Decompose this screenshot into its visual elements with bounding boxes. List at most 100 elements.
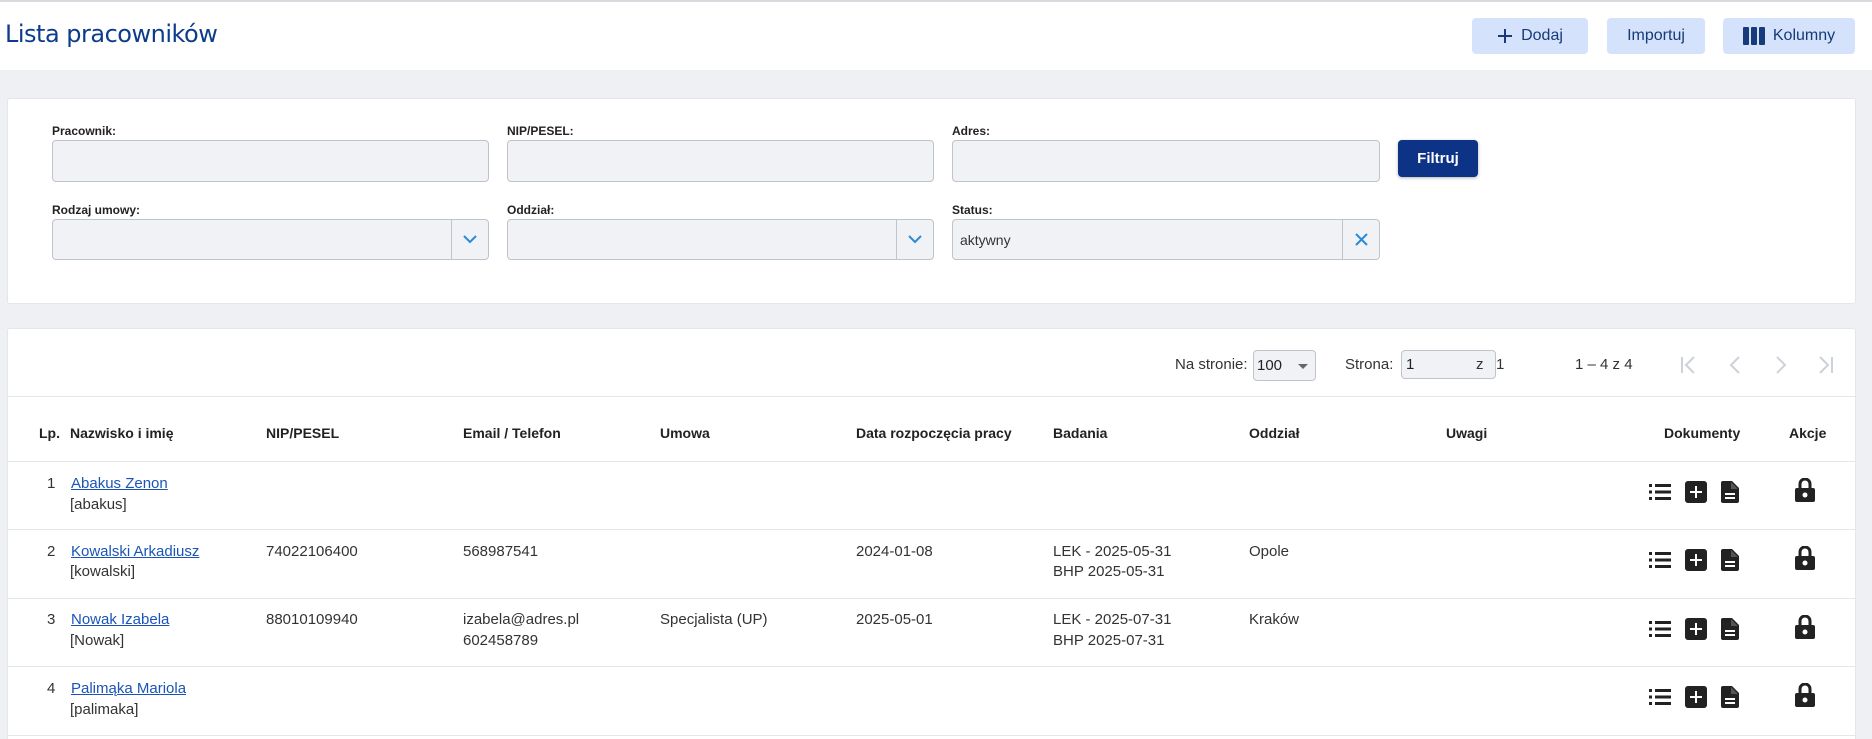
lock-icon[interactable] [1795,478,1815,502]
employee-login: [abakus] [70,496,127,513]
employee-exam: BHP 2025-07-31 [1053,632,1165,649]
col-header-branch: Oddział [1249,425,1300,441]
branch-filter-select[interactable] [507,219,934,260]
nip-filter-label: NIP/PESEL: [507,124,574,138]
status-filter-value: aktywny [960,231,1011,248]
employee-filter-input[interactable] [52,140,489,182]
next-page-icon[interactable] [1770,353,1790,377]
lock-icon[interactable] [1795,683,1815,707]
add-button[interactable]: Dodaj [1472,18,1588,54]
row-lp: 3 [47,611,56,628]
divider [8,529,1857,530]
divider [8,735,1857,736]
employee-email: izabela@adres.pl [463,611,580,628]
columns-icon [1742,27,1765,45]
contract-dropdown-toggle[interactable] [451,220,488,259]
divider [8,461,1857,462]
list-icon[interactable] [1649,620,1671,638]
filter-button[interactable]: Filtruj [1398,140,1478,177]
employee-name-link[interactable]: Kowalski Arkadiusz [71,543,199,560]
file-icon[interactable] [1721,549,1739,571]
file-icon[interactable] [1721,481,1739,503]
employee-login: [Nowak] [70,632,125,649]
file-icon[interactable] [1721,686,1739,708]
employee-start-date: 2024-01-08 [856,543,933,560]
add-box-icon[interactable] [1685,481,1707,503]
employee-nip: 74022106400 [266,543,358,560]
add-box-icon[interactable] [1685,618,1707,640]
prev-page-icon[interactable] [1726,353,1746,377]
divider [8,666,1857,667]
filter-panel: Pracownik: NIP/PESEL: Adres: Filtruj Rod… [7,98,1856,304]
page-label: Strona: [1345,356,1394,373]
page-of-label: z [1476,356,1484,373]
status-clear-button[interactable] [1342,220,1379,259]
import-button[interactable]: Importuj [1607,18,1705,54]
col-header-lp: Lp. [39,425,60,441]
page-title: Lista pracowników [5,20,218,48]
col-header-nip: NIP/PESEL [266,425,340,441]
employee-exam: BHP 2025-05-31 [1053,563,1165,580]
row-lp: 4 [47,680,56,697]
employee-contract: Specjalista (UP) [660,611,768,628]
file-icon[interactable] [1721,618,1739,640]
plus-icon [1498,29,1513,43]
col-header-name: Nazwisko i imię [70,425,174,441]
divider [8,598,1857,599]
employee-email: 568987541 [463,543,539,560]
first-page-icon[interactable] [1678,353,1700,377]
columns-button-label: Kolumny [1772,27,1836,44]
col-header-exams: Badania [1053,425,1108,441]
address-filter-label: Adres: [952,124,991,138]
col-header-contract: Umowa [660,425,710,441]
divider [8,396,1857,397]
lock-icon[interactable] [1795,615,1815,639]
contract-filter-select[interactable] [52,219,489,260]
col-header-email: Email / Telefon [463,425,561,441]
col-header-start-date: Data rozpoczęcia pracy [856,425,1012,441]
branch-filter-label: Oddział: [507,203,555,217]
employee-phone: 602458789 [463,632,539,649]
employee-login: [kowalski] [70,563,136,580]
add-box-icon[interactable] [1685,549,1707,571]
nip-filter-input[interactable] [507,140,934,182]
list-icon[interactable] [1649,551,1671,569]
employee-branch: Kraków [1249,611,1300,628]
per-page-select[interactable]: 100 [1253,350,1316,381]
add-button-label: Dodaj [1521,27,1563,44]
row-lp: 1 [47,475,56,492]
total-pages: 1 [1496,356,1505,373]
col-header-notes: Uwagi [1446,425,1488,441]
list-icon[interactable] [1649,688,1671,706]
chevron-down-icon [463,235,477,244]
columns-button[interactable]: Kolumny [1723,18,1855,54]
employee-login: [palimaka] [70,701,139,718]
caret-down-icon [1298,364,1308,369]
last-page-icon[interactable] [1814,353,1836,377]
employee-name-link[interactable]: Abakus Zenon [71,475,168,492]
row-lp: 2 [47,543,56,560]
employee-nip: 88010109940 [266,611,358,628]
col-header-documents: Dokumenty [1664,425,1741,441]
lock-icon[interactable] [1795,546,1815,570]
per-page-value: 100 [1257,357,1283,374]
employee-branch: Opole [1249,543,1290,560]
list-icon[interactable] [1649,483,1671,501]
col-header-actions: Akcje [1789,425,1827,441]
employee-exam: LEK - 2025-05-31 [1053,543,1172,560]
range-label: 1 – 4 z 4 [1575,356,1633,373]
add-box-icon[interactable] [1685,686,1707,708]
employee-start-date: 2025-05-01 [856,611,933,628]
employee-name-link[interactable]: Nowak Izabela [71,611,169,628]
close-icon [1354,233,1368,246]
chevron-down-icon [908,235,922,244]
employee-name-link[interactable]: Palimąka Mariola [71,680,186,697]
status-filter-label: Status: [952,203,993,217]
import-button-label: Importuj [1627,27,1685,44]
top-bar: Lista pracowników Dodaj Importuj Kolumny [0,0,1872,70]
employee-filter-label: Pracownik: [52,124,117,138]
employee-exam: LEK - 2025-07-31 [1053,611,1172,628]
status-filter-select[interactable]: aktywny [952,219,1380,260]
branch-dropdown-toggle[interactable] [896,220,933,259]
address-filter-input[interactable] [952,140,1380,182]
